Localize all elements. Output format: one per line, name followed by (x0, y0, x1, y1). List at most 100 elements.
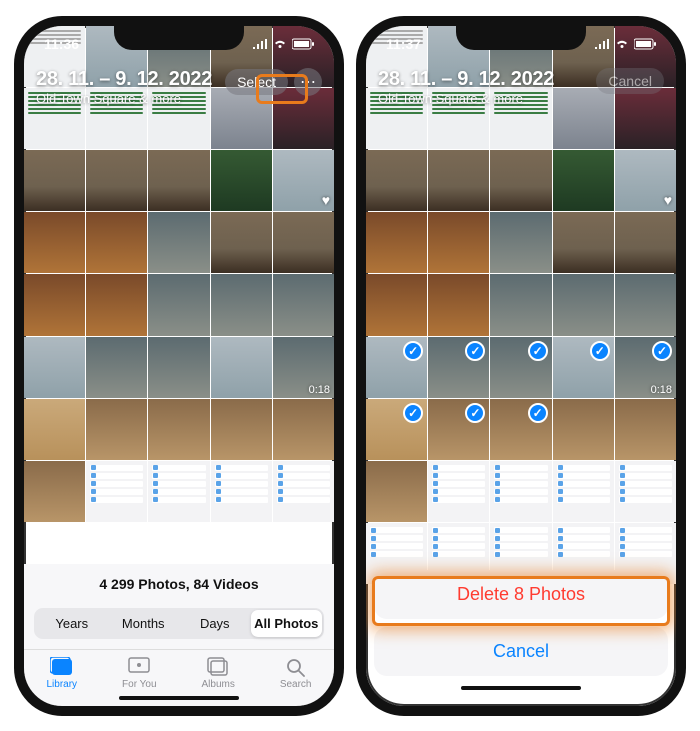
photo-tile[interactable] (615, 212, 676, 273)
action-sheet-cancel-button[interactable]: Cancel (374, 627, 668, 676)
photo-tile[interactable] (553, 461, 614, 522)
photo-tile[interactable]: ✓ (490, 337, 551, 398)
photo-tile[interactable] (615, 399, 676, 460)
photo-tile[interactable] (86, 461, 147, 522)
selection-check-icon: ✓ (590, 341, 610, 361)
photo-tile[interactable] (490, 274, 551, 335)
photo-tile[interactable] (366, 274, 427, 335)
photo-tile[interactable] (211, 212, 272, 273)
photo-tile[interactable] (366, 461, 427, 522)
segment-all-photos[interactable]: All Photos (251, 610, 323, 637)
photo-tile[interactable] (24, 337, 85, 398)
selection-check-icon: ✓ (652, 341, 672, 361)
segment-days[interactable]: Days (179, 610, 251, 637)
photo-tile[interactable] (428, 150, 489, 211)
tab-label: Search (280, 679, 312, 690)
photo-tile[interactable] (24, 212, 85, 273)
photo-tile[interactable] (24, 399, 85, 460)
home-indicator[interactable] (119, 696, 239, 700)
photo-tile[interactable] (273, 274, 334, 335)
photo-tile[interactable]: ♥ (273, 150, 334, 211)
photo-tile[interactable] (211, 399, 272, 460)
photo-tile[interactable] (428, 461, 489, 522)
status-icons (594, 38, 656, 50)
status-time: 11:37 (386, 36, 421, 52)
status-icons (252, 38, 314, 50)
photo-tile[interactable] (553, 399, 614, 460)
subtitle: Old Town Square & more (36, 91, 212, 106)
photo-tile[interactable] (24, 461, 85, 522)
bottom-panel: 4 299 Photos, 84 Videos Years Months Day… (24, 564, 334, 706)
photo-tile[interactable] (24, 274, 85, 335)
photo-tile[interactable] (366, 212, 427, 273)
foryou-icon (126, 656, 152, 678)
photo-tile[interactable] (148, 212, 209, 273)
selection-check-icon: ✓ (465, 341, 485, 361)
tab-bar: Library For You Albums Search (24, 649, 334, 692)
tab-library[interactable]: Library (46, 656, 77, 690)
photo-tile[interactable] (24, 150, 85, 211)
photo-tile[interactable]: 0:18✓ (615, 337, 676, 398)
photo-tile[interactable] (211, 274, 272, 335)
delete-photos-button[interactable]: Delete 8 Photos (374, 570, 668, 619)
segment-years[interactable]: Years (36, 610, 108, 637)
search-icon (283, 656, 309, 678)
tab-for-you[interactable]: For You (122, 656, 156, 690)
more-button[interactable]: ⋯ (294, 68, 322, 96)
header: 28. 11. – 9. 12. 2022 Old Town Square & … (366, 62, 676, 114)
photo-tile[interactable] (553, 212, 614, 273)
photo-tile[interactable] (211, 150, 272, 211)
segment-months[interactable]: Months (108, 610, 180, 637)
photo-tile[interactable] (615, 461, 676, 522)
photo-tile[interactable] (490, 212, 551, 273)
photo-tile[interactable] (86, 274, 147, 335)
photo-count: 4 299 Photos, 84 Videos (24, 576, 334, 592)
cancel-button[interactable]: Cancel (596, 68, 664, 94)
header-text: 28. 11. – 9. 12. 2022 Old Town Square & … (378, 68, 554, 106)
tab-label: For You (122, 679, 156, 690)
photo-tile[interactable] (490, 150, 551, 211)
photo-tile[interactable]: ✓ (553, 337, 614, 398)
phone-right: 11:37 ♥ (356, 16, 686, 716)
photo-tile[interactable] (273, 461, 334, 522)
photo-tile[interactable]: ✓ (366, 337, 427, 398)
photo-tile[interactable] (428, 274, 489, 335)
photo-tile[interactable] (148, 337, 209, 398)
photo-tile[interactable] (148, 461, 209, 522)
tab-search[interactable]: Search (280, 656, 312, 690)
photo-tile[interactable]: ✓ (428, 399, 489, 460)
photo-tile[interactable] (273, 212, 334, 273)
photo-tile[interactable] (211, 337, 272, 398)
date-range: 28. 11. – 9. 12. 2022 (378, 68, 554, 91)
favorite-icon: ♥ (664, 192, 672, 208)
photo-tile[interactable] (366, 150, 427, 211)
photo-tile[interactable] (490, 461, 551, 522)
photo-tile[interactable] (148, 150, 209, 211)
photo-tile[interactable] (86, 212, 147, 273)
select-button[interactable]: Select (225, 69, 288, 95)
photo-tile[interactable]: ✓ (366, 399, 427, 460)
selection-check-icon: ✓ (528, 403, 548, 423)
home-indicator[interactable] (461, 686, 581, 690)
photo-tile[interactable] (148, 399, 209, 460)
tab-label: Albums (201, 679, 234, 690)
photo-tile[interactable] (86, 337, 147, 398)
photo-tile[interactable]: ✓ (428, 337, 489, 398)
photo-tile[interactable] (86, 150, 147, 211)
photo-tile[interactable] (273, 399, 334, 460)
photo-tile[interactable]: 0:18 (273, 337, 334, 398)
photo-tile[interactable] (553, 150, 614, 211)
photo-tile[interactable]: ✓ (490, 399, 551, 460)
segmented-control[interactable]: Years Months Days All Photos (34, 608, 324, 639)
photo-tile[interactable] (148, 274, 209, 335)
photo-tile[interactable] (615, 274, 676, 335)
photo-tile[interactable]: ♥ (615, 150, 676, 211)
photo-tile[interactable] (553, 274, 614, 335)
header-actions: Cancel (596, 68, 664, 94)
photo-tile[interactable] (428, 212, 489, 273)
photo-tile[interactable] (86, 399, 147, 460)
tab-albums[interactable]: Albums (201, 656, 234, 690)
photo-tile[interactable] (211, 461, 272, 522)
notch (114, 26, 244, 50)
wifi-icon (614, 38, 630, 50)
